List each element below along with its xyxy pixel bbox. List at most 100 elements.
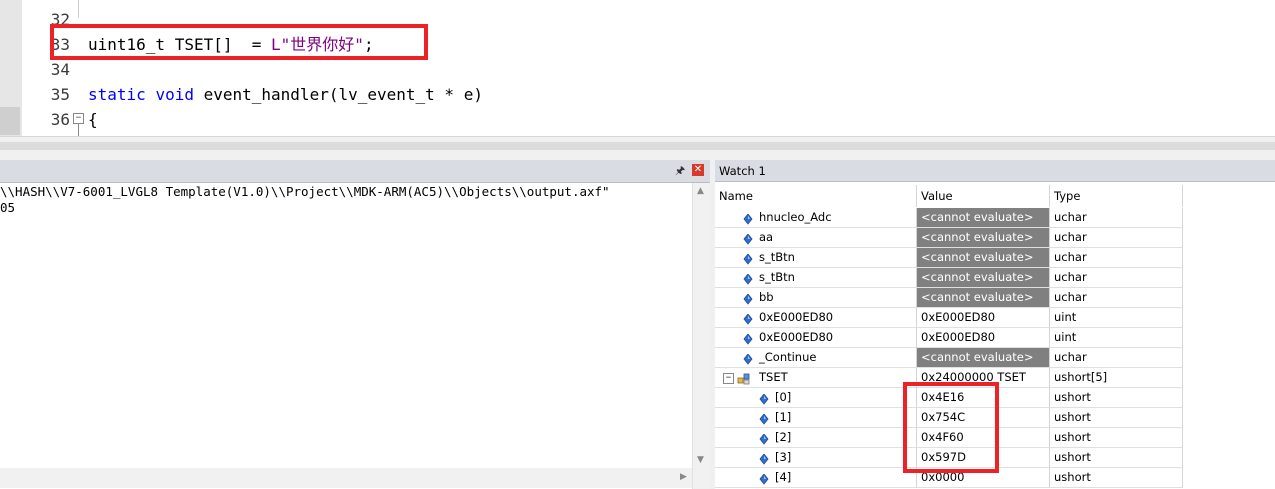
watch-name-cell[interactable]: aa [715,228,917,248]
watch-type-cell: uchar [1050,248,1183,268]
watch-type-cell: ushort [1050,468,1183,488]
watch-name-cell[interactable]: s_tBtn [715,248,917,268]
code-line[interactable]: 34 [0,57,1200,82]
watch-name-cell[interactable]: [0] [715,388,917,408]
watch-panel: Watch 1 Name Value Type hnucleo_Adc <cann… [715,160,1275,489]
watch-row[interactable]: 0xE000ED80 0xE000ED80 uint [715,308,1185,328]
watch-name-cell[interactable]: 0xE000ED80 [715,328,917,348]
watch-variable-icon [743,332,753,345]
watch-value-cell[interactable]: 0xE000ED80 [917,308,1050,328]
code-line[interactable]: 35 static void event_handler(lv_event_t *… [0,82,1200,107]
keyword-token: static [88,85,146,104]
code-text[interactable]: { [88,107,98,132]
watch-name-cell[interactable]: [4] [715,468,917,488]
output-hscrollbar[interactable]: ▶ [0,468,692,488]
watch-name: s_tBtn [759,250,795,264]
watch-name-cell[interactable]: [2] [715,428,917,448]
watch-name: bb [759,290,774,304]
watch-type-cell: ushort [1050,408,1183,428]
watch-type-cell: ushort [1050,448,1183,468]
watch-type-cell: uchar [1050,268,1183,288]
code-token: { [88,110,98,129]
watch-row[interactable]: aa <cannot evaluate> uchar [715,228,1185,248]
watch-row[interactable]: _Continue <cannot evaluate> uchar [715,348,1185,368]
watch-row[interactable]: bb <cannot evaluate> uchar [715,288,1185,308]
output-text[interactable]: \\HASH\\V7-6001_LVGL8 Template(V1.0)\\Pr… [0,184,610,216]
code-token: event_handler(lv_event_t * e) [193,85,483,104]
watch-name: 0xE000ED80 [759,330,834,344]
code-line[interactable]: 36 {− [0,107,1200,136]
pin-icon[interactable]: 🖈 [675,164,687,177]
watch-variable-icon [743,312,753,325]
output-line-1: \\HASH\\V7-6001_LVGL8 Template(V1.0)\\Pr… [0,184,610,199]
scroll-right-icon[interactable]: ▶ [680,472,687,482]
watch-name-cell[interactable]: 0xE000ED80 [715,308,917,328]
watch-name-cell[interactable]: _Continue [715,348,917,368]
watch-name: TSET [759,370,788,384]
watch-title: Watch 1 [715,160,1275,182]
watch-row[interactable]: 0xE000ED80 0xE000ED80 uint [715,328,1185,348]
watch-name-cell[interactable]: bb [715,288,917,308]
column-type[interactable]: Type [1050,185,1183,207]
watch-variable-icon [743,232,753,245]
highlight-box-values [903,382,999,473]
watch-value-cell[interactable]: <cannot evaluate> [917,248,1050,268]
watch-name: s_tBtn [759,270,795,284]
watch-name: aa [759,230,774,244]
fold-collapse-icon[interactable]: − [73,113,84,124]
editor-hscrollbar[interactable] [0,142,1275,150]
output-line-2: 05 [0,200,16,215]
watch-name: [1] [775,410,792,424]
watch-variable-icon [743,352,753,365]
watch-name-cell[interactable]: [3] [715,448,917,468]
watch-variable-icon [759,432,769,445]
struct-icon [737,372,750,385]
horizontal-splitter[interactable] [0,136,1275,161]
watch-value-cell[interactable]: <cannot evaluate> [917,208,1050,228]
watch-value-cell[interactable]: <cannot evaluate> [917,288,1050,308]
scroll-up-icon[interactable]: ▲ [697,186,704,196]
close-icon[interactable]: ✕ [692,164,704,176]
watch-variable-icon [743,272,753,285]
output-panel-header: 🖈 ✕ [0,160,710,183]
scroll-down-icon[interactable]: ▼ [697,455,704,465]
output-vscrollbar[interactable]: ▲ ▼ [692,183,710,489]
watch-value-cell[interactable]: <cannot evaluate> [917,268,1050,288]
watch-variable-icon [743,292,753,305]
watch-type-cell: uint [1050,308,1183,328]
line-number: 36 [50,110,70,129]
watch-variable-icon [743,212,753,225]
watch-name: hnucleo_Adc [759,210,832,224]
watch-type-cell: ushort[5] [1050,368,1183,388]
watch-variable-icon [743,252,753,265]
watch-row[interactable]: s_tBtn <cannot evaluate> uchar [715,248,1185,268]
watch-type-cell: uchar [1050,228,1183,248]
watch-name-cell[interactable]: s_tBtn [715,268,917,288]
watch-row[interactable]: hnucleo_Adc <cannot evaluate> uchar [715,208,1185,228]
line-number: 35 [50,85,70,104]
watch-row[interactable]: s_tBtn <cannot evaluate> uchar [715,268,1185,288]
watch-name-cell[interactable]: − TSET [715,368,917,388]
watch-name: 0xE000ED80 [759,310,834,324]
watch-value-cell[interactable]: 0xE000ED80 [917,328,1050,348]
watch-value-cell[interactable]: <cannot evaluate> [917,348,1050,368]
watch-type-cell: ushort [1050,388,1183,408]
watch-name: [4] [775,470,792,484]
collapse-icon[interactable]: − [723,373,734,384]
column-value[interactable]: Value [917,185,1050,207]
code-text[interactable]: static void event_handler(lv_event_t * e… [88,82,483,107]
keyword-token: void [155,85,194,104]
watch-variable-icon [759,392,769,405]
fold-guide [78,124,79,136]
watch-type-cell: uint [1050,328,1183,348]
watch-type-cell: uchar [1050,208,1183,228]
line-number: 34 [50,60,70,79]
column-name[interactable]: Name [715,185,917,207]
watch-type-cell: ushort [1050,428,1183,448]
watch-name-cell[interactable]: hnucleo_Adc [715,208,917,228]
code-editor[interactable]: 32 33 uint16_t TSET[] = L"世界你好"; 34 35 static… [0,0,1275,136]
watch-variable-icon [759,472,769,485]
watch-value-cell[interactable]: <cannot evaluate> [917,228,1050,248]
watch-name-cell[interactable]: [1] [715,408,917,428]
